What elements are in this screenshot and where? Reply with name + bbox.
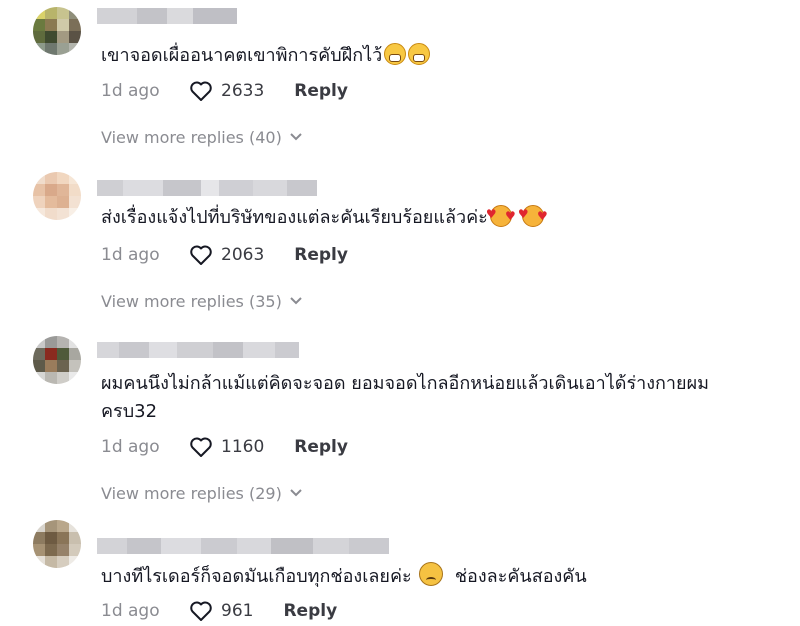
view-more-replies-button[interactable]: View more replies (29) [101, 481, 302, 505]
view-more-replies-label: View more replies (29) [101, 483, 282, 503]
comment-text-body: ส่งเรื่องแจ้งไปที่บริษัทของแต่ละคันเรียบ… [101, 207, 488, 228]
like-button[interactable]: 1160 [189, 436, 264, 458]
comment-text-body: ผมคนนึงไม่กล้าแม้แต่คิดจะจอด ยอมจอดไกลอี… [101, 373, 709, 422]
chevron-down-icon [290, 489, 302, 497]
comment-meta: 1d ago 2063 Reply [101, 243, 348, 267]
avatar[interactable] [33, 336, 81, 384]
heart-icon [190, 437, 212, 457]
avatar[interactable] [33, 7, 81, 55]
timestamp: 1d ago [101, 245, 160, 265]
view-more-replies-label: View more replies (40) [101, 127, 282, 147]
comment-text: บางทีไรเดอร์ก็จอดมันเกือบทุกช่องเลยค่ะ ช… [101, 562, 781, 591]
reply-button[interactable]: Reply [294, 81, 348, 101]
reply-button[interactable]: Reply [283, 601, 337, 621]
like-count: 2633 [221, 81, 265, 101]
username[interactable] [97, 180, 317, 196]
heart-icon [190, 245, 212, 265]
comment-text: ส่งเรื่องแจ้งไปที่บริษัทของแต่ละคันเรียบ… [101, 200, 781, 232]
comment-text: ผมคนนึงไม่กล้าแม้แต่คิดจะจอด ยอมจอดไกลอี… [101, 370, 781, 426]
like-button[interactable]: 961 [189, 600, 253, 622]
view-more-replies-button[interactable]: View more replies (35) [101, 289, 302, 313]
smiling-hearts-icon [486, 200, 516, 230]
chevron-down-icon [290, 297, 302, 305]
comment-meta: 1d ago 961 Reply [101, 599, 337, 623]
timestamp: 1d ago [101, 601, 160, 621]
sad-face-icon [419, 562, 444, 586]
username[interactable] [97, 8, 237, 24]
grin-icon [384, 43, 407, 65]
timestamp: 1d ago [101, 81, 160, 101]
username[interactable] [97, 342, 299, 358]
reply-button[interactable]: Reply [294, 437, 348, 457]
comment-meta: 1d ago 2633 Reply [101, 79, 348, 103]
comment-text-tail: ช่องละคันสองคัน [454, 566, 587, 587]
heart-icon [190, 81, 212, 101]
view-more-replies-button[interactable]: View more replies (40) [101, 125, 302, 149]
avatar[interactable] [33, 172, 81, 220]
like-count: 1160 [221, 437, 265, 457]
smiling-hearts-icon [518, 200, 548, 230]
like-button[interactable]: 2063 [189, 244, 264, 266]
reply-button[interactable]: Reply [294, 245, 348, 265]
avatar[interactable] [33, 520, 81, 568]
grin-icon [408, 43, 431, 65]
username[interactable] [97, 538, 389, 554]
like-count: 961 [221, 601, 254, 621]
timestamp: 1d ago [101, 437, 160, 457]
view-more-replies-label: View more replies (35) [101, 291, 282, 311]
comment-meta: 1d ago 1160 Reply [101, 435, 348, 459]
like-count: 2063 [221, 245, 265, 265]
comment-text: เขาจอดเผื่ออนาคตเขาพิการคับฝึกไว้ [101, 42, 781, 70]
comment-text-body: บางทีไรเดอร์ก็จอดมันเกือบทุกช่องเลยค่ะ [101, 566, 412, 587]
comment-text-body: เขาจอดเผื่ออนาคตเขาพิการคับฝึกไว้ [101, 45, 383, 66]
like-button[interactable]: 2633 [189, 80, 264, 102]
heart-icon [190, 601, 212, 621]
chevron-down-icon [290, 133, 302, 141]
